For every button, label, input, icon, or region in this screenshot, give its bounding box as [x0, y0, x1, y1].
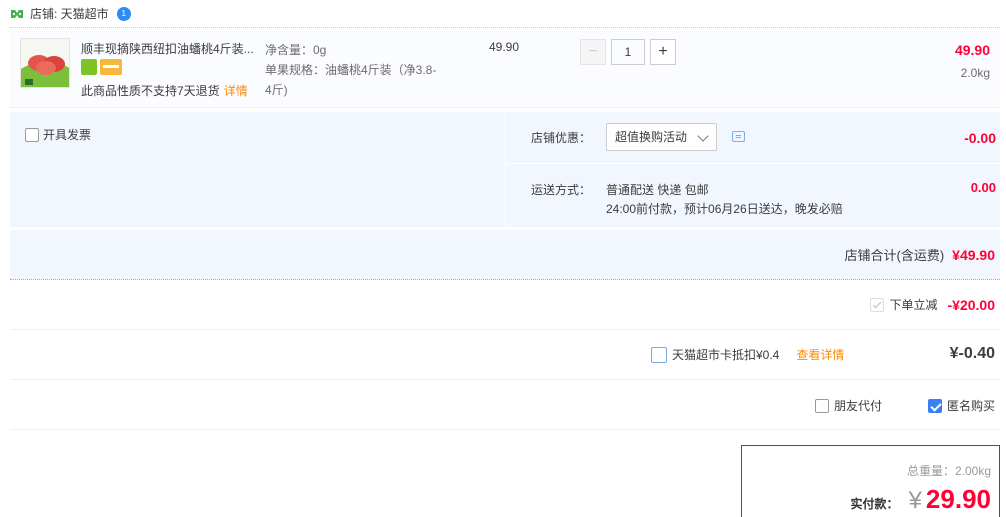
promo-value: -0.00 — [964, 130, 996, 146]
anonymous-label[interactable]: 匿名购买 — [947, 397, 995, 414]
shipping-label: 运送方式： — [531, 183, 592, 197]
guarantee-icon[interactable] — [81, 59, 97, 75]
discount-row: 下单立减 -¥20.00 — [10, 281, 1000, 330]
invoice-section: 开具发票 — [10, 112, 504, 227]
discount-checkbox — [869, 297, 884, 312]
card-deduct-row: 天猫超市卡抵扣¥0.4 查看详情 ¥-0.40 — [10, 330, 1000, 380]
total-weight: 总重量：2.00kg — [906, 464, 991, 478]
chat-bubble-icon[interactable]: 1 — [116, 6, 131, 21]
shipping-info: 普通配送 快递 包邮 24:00前付款，预计06月26日送达，晚发必赔 — [606, 181, 843, 219]
subtotal-value: ¥49.90 — [952, 247, 995, 263]
shop-header: 店铺: 天猫超市 1 — [10, 0, 1000, 28]
promo-select[interactable]: 超值换购活动 — [606, 123, 717, 151]
discount-label: 下单立减 — [889, 298, 938, 312]
shop-promo-row: 店铺优惠： 超值换购活动 -0.00 — [506, 112, 1001, 164]
card-deduct-content: 天猫超市卡抵扣¥0.4 查看详情 — [651, 346, 844, 363]
invoice-checkbox[interactable] — [25, 127, 39, 142]
return-details-link[interactable]: 详情 — [224, 84, 248, 98]
card-deduct-value: ¥-0.40 — [949, 345, 995, 362]
net-weight: 净含量：0g — [265, 43, 327, 57]
product-thumbnail[interactable] — [20, 38, 70, 88]
final-label: 实付款： — [850, 497, 899, 511]
credit-card-icon[interactable] — [100, 59, 122, 75]
discount-value: -¥20.00 — [947, 296, 995, 313]
friend-pay-label[interactable]: 朋友代付 — [834, 397, 882, 414]
shop-subtotal: 店铺合计(含运费) ¥49.90 — [10, 230, 1000, 280]
discount-content: 下单立减 -¥20.00 — [869, 296, 995, 313]
return-notice: 此商品性质不支持7天退货 详情 — [81, 82, 248, 99]
cart-item-row: 顺丰现摘陕西纽扣油蟠桃4斤装... 此商品性质不支持7天退货 详情 净含量：0g … — [10, 30, 1000, 108]
subtotal-label: 店铺合计(含运费) — [844, 248, 945, 263]
invoice-label: 开具发票 — [43, 128, 92, 142]
payment-options-row: 朋友代付 匿名购买 — [10, 380, 1000, 430]
shop-logo-icon — [10, 8, 24, 20]
order-options-panel: 开具发票 店铺优惠： 超值换购活动 -0.00 运送方式： 普通配送 快递 包邮… — [10, 112, 1001, 227]
friend-pay-checkbox[interactable] — [814, 398, 829, 413]
item-weight: 2.0kg — [960, 66, 990, 80]
decrease-button[interactable]: − — [580, 39, 606, 65]
delivery-section: 店铺优惠： 超值换购活动 -0.00 运送方式： 普通配送 快递 包邮 24:0… — [505, 112, 1001, 227]
shipping-row: 运送方式： 普通配送 快递 包邮 24:00前付款，预计06月26日送达，晚发必… — [506, 165, 1001, 227]
promo-selected-value: 超值换购活动 — [615, 130, 688, 144]
unit-price: 49.90 — [489, 40, 520, 54]
payment-options: 朋友代付 匿名购买 — [814, 397, 995, 414]
shipping-eta: 24:00前付款，预计06月26日送达，晚发必赔 — [606, 202, 843, 216]
spec-line-2: 4斤) — [265, 83, 288, 97]
quantity-input[interactable]: 1 — [611, 39, 645, 65]
currency-symbol: ¥ — [908, 487, 922, 514]
product-title[interactable]: 顺丰现摘陕西纽扣油蟠桃4斤装... — [81, 40, 261, 57]
shipping-fee: 0.00 — [970, 180, 996, 195]
card-details-link[interactable]: 查看详情 — [796, 346, 844, 363]
invoice-toggle[interactable]: 开具发票 — [25, 126, 91, 143]
quantity-stepper: − 1 + — [580, 39, 676, 65]
final-amount-value: 29.90 — [925, 484, 991, 514]
final-payment-box: 总重量：2.00kg 实付款： ¥ 29.90 — [741, 445, 1000, 517]
product-spec: 净含量：0g 单果规格：油蟠桃4斤装（净3.8- 4斤) — [265, 40, 465, 100]
increase-button[interactable]: + — [650, 39, 676, 65]
final-amount: 实付款： ¥ 29.90 — [851, 484, 991, 515]
anonymous-checkbox[interactable] — [927, 398, 942, 413]
shop-name[interactable]: 店铺: 天猫超市 — [30, 5, 109, 22]
message-icon[interactable] — [732, 131, 745, 142]
card-deduct-label: 天猫超市卡抵扣¥0.4 — [672, 348, 780, 362]
return-notice-text: 此商品性质不支持7天退货 — [81, 84, 220, 98]
chevron-down-icon — [697, 130, 709, 142]
item-total: 49.90 — [954, 42, 990, 58]
service-icons — [81, 59, 122, 75]
card-deduct-checkbox[interactable] — [651, 346, 667, 363]
spec-line-1: 单果规格：油蟠桃4斤装（净3.8- — [265, 63, 437, 77]
shipping-method: 普通配送 快递 包邮 — [606, 183, 709, 197]
promo-label: 店铺优惠： — [531, 131, 592, 145]
